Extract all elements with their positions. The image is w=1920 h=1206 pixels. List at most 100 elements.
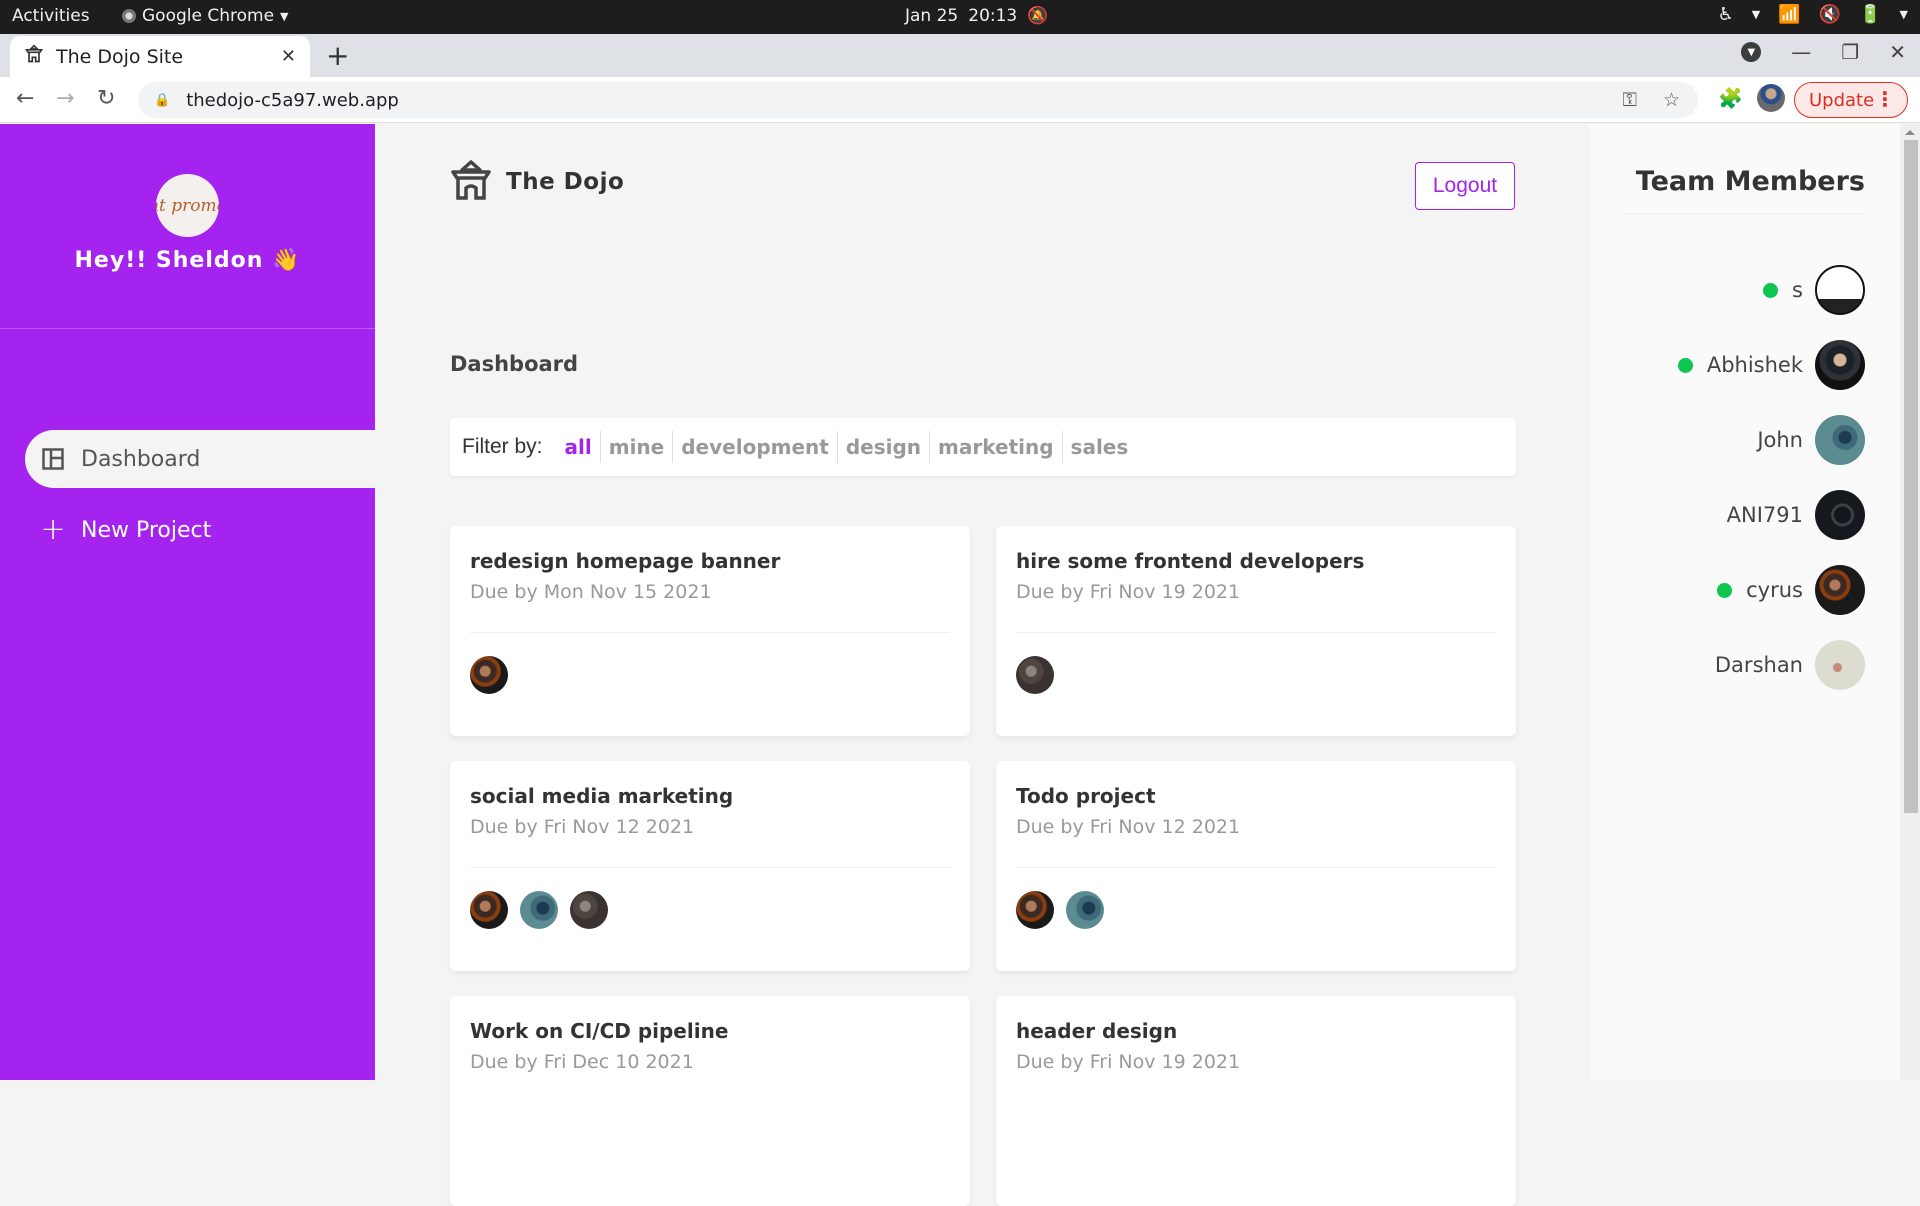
assignee-avatar bbox=[1016, 656, 1054, 694]
forward-icon[interactable]: → bbox=[56, 86, 74, 111]
project-due-date: Due by Mon Nov 15 2021 bbox=[470, 581, 712, 603]
team-member[interactable]: ANI791 bbox=[1727, 490, 1865, 540]
member-name: Abhishek bbox=[1706, 353, 1803, 377]
divider bbox=[1016, 632, 1496, 633]
project-card[interactable]: social media marketing Due by Fri Nov 12… bbox=[450, 761, 970, 971]
sidebar: nt promo Hey!! Sheldon 👋 Dashboard + New… bbox=[0, 124, 375, 1080]
volume-muted-icon: 🔇 bbox=[1818, 4, 1842, 25]
page-scrollbar[interactable] bbox=[1900, 124, 1920, 1080]
window-controls: ▼ — ❐ ✕ bbox=[1741, 40, 1906, 64]
project-due-date: Due by Fri Nov 19 2021 bbox=[1016, 581, 1241, 603]
activities-button[interactable]: Activities bbox=[12, 6, 90, 26]
team-member[interactable]: cyrus bbox=[1717, 565, 1865, 615]
app-menu[interactable]: Google Chrome ▼ bbox=[122, 6, 289, 26]
assignee-avatar bbox=[470, 656, 508, 694]
project-list: redesign homepage banner Due by Mon Nov … bbox=[450, 526, 1516, 1206]
project-title: redesign homepage banner bbox=[470, 549, 781, 573]
project-card[interactable]: Todo project Due by Fri Nov 12 2021 bbox=[996, 761, 1516, 971]
tab-search-icon[interactable]: ▼ bbox=[1741, 42, 1762, 62]
tab-strip: The Dojo Site ✕ + ▼ — ❐ ✕ bbox=[0, 34, 1920, 77]
assignee-list bbox=[470, 891, 608, 929]
filter-option-development[interactable]: development bbox=[672, 431, 837, 463]
time: 20:13 bbox=[968, 6, 1018, 26]
update-label: Update bbox=[1809, 89, 1875, 111]
profile-avatar[interactable] bbox=[1757, 84, 1785, 112]
user-avatar: nt promo bbox=[156, 174, 219, 237]
logout-button[interactable]: Logout bbox=[1415, 162, 1515, 210]
member-name: cyrus bbox=[1746, 578, 1803, 602]
scrollbar-thumb[interactable] bbox=[1904, 140, 1918, 813]
accessibility-icon[interactable]: ♿ bbox=[1718, 4, 1734, 25]
plus-icon: + bbox=[40, 512, 66, 547]
pagoda-logo-icon bbox=[450, 160, 492, 204]
project-card[interactable]: hire some frontend developers Due by Fri… bbox=[996, 526, 1516, 736]
member-name: Darshan bbox=[1714, 653, 1803, 677]
assignee-avatar bbox=[1066, 891, 1104, 929]
system-tray[interactable]: ♿ ▼ 📶 🔇 🔋 ▼ bbox=[1718, 4, 1908, 25]
brand-name: The Dojo bbox=[506, 169, 625, 195]
assignee-list bbox=[1016, 656, 1054, 694]
scroll-up-arrow-icon[interactable] bbox=[1905, 130, 1915, 135]
caret-down-icon: ▼ bbox=[1751, 8, 1761, 21]
team-title: Team Members bbox=[1635, 166, 1865, 197]
project-card[interactable]: Work on CI/CD pipeline Due by Fri Dec 10… bbox=[450, 996, 970, 1206]
project-title: hire some frontend developers bbox=[1016, 549, 1365, 573]
filter-option-sales[interactable]: sales bbox=[1061, 431, 1137, 463]
member-avatar bbox=[1815, 265, 1865, 315]
user-greeting: Hey!! Sheldon 👋 bbox=[74, 248, 301, 273]
filter-option-marketing[interactable]: marketing bbox=[929, 431, 1062, 463]
close-window-icon[interactable]: ✕ bbox=[1889, 40, 1906, 64]
project-title: Todo project bbox=[1016, 784, 1156, 808]
project-due-date: Due by Fri Dec 10 2021 bbox=[470, 1051, 694, 1073]
sidebar-item-label: Dashboard bbox=[81, 446, 201, 472]
new-tab-button[interactable]: + bbox=[326, 39, 349, 72]
lock-icon[interactable]: 🔒 bbox=[154, 93, 170, 108]
restore-icon[interactable]: ❐ bbox=[1841, 40, 1859, 64]
update-button[interactable]: Update ⋮ bbox=[1794, 82, 1908, 118]
team-member[interactable]: s bbox=[1763, 265, 1865, 315]
date: Jan 25 bbox=[905, 6, 959, 26]
project-title: header design bbox=[1016, 1019, 1178, 1043]
bookmark-star-icon[interactable]: ☆ bbox=[1663, 89, 1680, 111]
filter-option-all[interactable]: all bbox=[557, 431, 600, 463]
brand[interactable]: The Dojo bbox=[450, 160, 624, 204]
sidebar-item-new-project[interactable]: + New Project bbox=[25, 501, 375, 559]
reload-icon[interactable]: ↻ bbox=[97, 86, 115, 111]
sidebar-item-dashboard[interactable]: Dashboard bbox=[25, 430, 375, 488]
extensions-puzzle-icon[interactable]: 🧩 bbox=[1718, 86, 1743, 110]
clock[interactable]: Jan 25 20:13 🔕 bbox=[905, 6, 1048, 26]
project-card[interactable]: header design Due by Fri Nov 19 2021 bbox=[996, 996, 1516, 1206]
team-member[interactable]: Abhishek bbox=[1677, 340, 1865, 390]
address-bar[interactable]: 🔒 thedojo-c5a97.web.app ⚿ ☆ bbox=[138, 82, 1698, 118]
filter-option-mine[interactable]: mine bbox=[599, 431, 673, 463]
close-tab-icon[interactable]: ✕ bbox=[281, 46, 296, 67]
member-name: John bbox=[1757, 428, 1803, 452]
filter-label: Filter by: bbox=[462, 435, 543, 458]
team-members-panel: Team Members s Abhishek John ANI791 cyru… bbox=[1590, 124, 1900, 1080]
url-text[interactable]: thedojo-c5a97.web.app bbox=[186, 90, 399, 111]
project-due-date: Due by Fri Nov 19 2021 bbox=[1016, 1051, 1241, 1073]
divider bbox=[1626, 213, 1865, 214]
project-filter: Filter by: all mine development design m… bbox=[450, 418, 1516, 476]
tab-title: The Dojo Site bbox=[56, 45, 184, 68]
assignee-avatar bbox=[520, 891, 558, 929]
online-status-dot bbox=[1717, 582, 1733, 598]
os-top-bar: Activities Google Chrome ▼ Jan 25 20:13 … bbox=[0, 0, 1920, 34]
minimize-icon[interactable]: — bbox=[1791, 40, 1811, 64]
browser-tab[interactable]: The Dojo Site ✕ bbox=[10, 36, 310, 77]
sidebar-item-label: New Project bbox=[81, 517, 212, 543]
project-due-date: Due by Fri Nov 12 2021 bbox=[1016, 816, 1241, 838]
divider bbox=[470, 632, 950, 633]
assignee-list bbox=[470, 656, 508, 694]
member-name: s bbox=[1792, 278, 1803, 302]
wifi-icon: 📶 bbox=[1778, 4, 1801, 25]
project-card[interactable]: redesign homepage banner Due by Mon Nov … bbox=[450, 526, 970, 736]
main-content: The Dojo Logout Dashboard Filter by: all… bbox=[375, 124, 1590, 1206]
member-avatar bbox=[1815, 415, 1865, 465]
back-icon[interactable]: ← bbox=[16, 86, 34, 111]
password-key-icon[interactable]: ⚿ bbox=[1622, 89, 1636, 111]
online-status-dot bbox=[1677, 357, 1693, 373]
team-member[interactable]: John bbox=[1757, 415, 1865, 465]
filter-option-design[interactable]: design bbox=[836, 431, 929, 463]
team-member[interactable]: Darshan bbox=[1715, 640, 1865, 690]
